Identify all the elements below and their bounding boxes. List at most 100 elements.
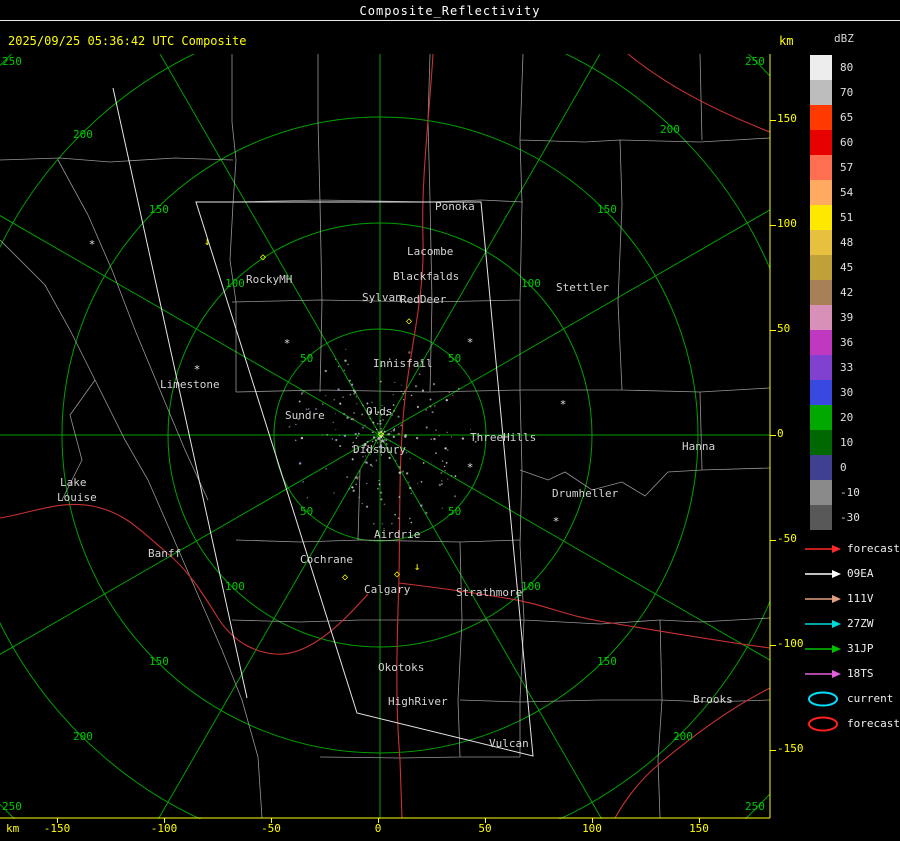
- city-label: Louise: [57, 491, 97, 504]
- colorbar-value: 60: [840, 136, 854, 149]
- echo-dot: [380, 498, 383, 501]
- echo-dot: [366, 482, 368, 484]
- echo-dot: [390, 430, 392, 433]
- right-axis-tick-label: 150: [777, 112, 797, 125]
- echo-dot: [388, 456, 391, 460]
- echo-dot: [352, 489, 355, 492]
- echo-dot: [371, 431, 374, 433]
- echo-dot: [381, 523, 384, 525]
- highways: [0, 54, 770, 819]
- echo-dot: [441, 460, 444, 462]
- colorbar-swatch: [810, 155, 832, 180]
- echo-dot: [403, 399, 405, 401]
- boundary-lines: [0, 54, 770, 819]
- echo-dot: [383, 503, 386, 506]
- colorbar-value: 36: [840, 336, 854, 349]
- echo-dot: [364, 424, 366, 427]
- site-diamond-marker: ◇: [393, 568, 401, 580]
- echo-dot: [458, 388, 460, 390]
- range-ring-label: 100: [225, 580, 245, 593]
- right-axis-tick-label: -50: [777, 532, 797, 545]
- axis-frame: [0, 54, 771, 819]
- echo-dot: [358, 476, 360, 478]
- echo-dot: [429, 398, 432, 401]
- echo-dot: [448, 391, 450, 394]
- colorbar-value: 65: [840, 111, 854, 124]
- city-label: Stettler: [556, 281, 609, 294]
- echo-dot: [418, 373, 421, 376]
- echo-dot: [351, 486, 354, 489]
- city-label: Hanna: [682, 440, 716, 453]
- legend-label: 31JP: [847, 642, 874, 655]
- city-label: Lacombe: [407, 245, 454, 258]
- colorbar-panel: dBZ 80 70 65 60 57 54 51 48 45 42 39 36 33 30 20 10 0 -10…: [800, 32, 900, 736]
- city-label: Ponoka: [435, 200, 475, 213]
- echo-dot: [374, 439, 377, 442]
- echo-dot: [453, 495, 457, 498]
- echo-dot: [425, 511, 428, 515]
- bottom-axis-tick-label: 50: [478, 822, 492, 835]
- colorbar-value: 42: [840, 286, 854, 299]
- colorbar-row: 0: [810, 455, 900, 480]
- range-ring-label: 200: [73, 730, 93, 743]
- echo-dot: [435, 429, 437, 431]
- city-label: Limestone: [160, 378, 220, 391]
- colorbar-swatch: [810, 130, 832, 155]
- colorbar-row: 33: [810, 355, 900, 380]
- colorbar-value: 20: [840, 411, 854, 424]
- bottom-axis-tick-label: -50: [261, 822, 281, 835]
- echo-dot: [420, 480, 423, 483]
- colorbar-value: 45: [840, 261, 854, 274]
- echo-dot: [379, 380, 382, 383]
- bottom-axis-tick: [271, 818, 272, 823]
- echo-dot: [438, 483, 442, 487]
- colorbar-value: -10: [840, 486, 860, 499]
- echo-dot: [398, 426, 400, 428]
- echo-dot: [444, 469, 446, 472]
- colorbar-row: 10: [810, 430, 900, 455]
- echo-dot: [461, 437, 465, 440]
- city-label: Calgary: [364, 583, 411, 596]
- site-diamond-marker: ◇: [377, 428, 385, 440]
- echo-dot: [432, 382, 436, 386]
- echo-dot: [372, 421, 375, 424]
- bottom-axis-tick-label: 100: [582, 822, 602, 835]
- echo-dot: [392, 435, 395, 438]
- city-label: Brooks: [693, 693, 733, 706]
- echo-dot: [447, 478, 449, 480]
- colorbar-swatch: [810, 380, 832, 405]
- echo-dot: [389, 440, 392, 442]
- echo-dot: [408, 351, 411, 354]
- echo-dot: [425, 409, 428, 411]
- county-boundaries: [0, 54, 770, 819]
- echo-dot: [398, 471, 402, 474]
- legend-label: 27ZW: [847, 617, 874, 630]
- echo-dot: [342, 396, 344, 399]
- echo-dot: [361, 503, 363, 505]
- echo-dot: [333, 399, 335, 401]
- radar-map-canvas: [0, 54, 771, 819]
- colorbar-row: 45: [810, 255, 900, 280]
- right-axis-tick: [770, 330, 776, 331]
- echo-dot: [409, 458, 411, 460]
- right-axis-tick: [770, 225, 776, 226]
- bottom-axis-tick: [164, 818, 165, 823]
- echo-dot: [393, 428, 396, 430]
- echo-dot: [430, 438, 432, 440]
- colorbar-value: 51: [840, 211, 854, 224]
- echo-dot: [376, 422, 379, 425]
- azimuth-spokes: [0, 54, 770, 819]
- city-label: Airdrie: [374, 528, 421, 541]
- colorbar-row: 20: [810, 405, 900, 430]
- legend-arrow-icon: [805, 669, 841, 678]
- range-ring-label: 50: [300, 505, 314, 518]
- station-asterisk-marker: *: [466, 335, 474, 349]
- echo-dot: [408, 517, 411, 520]
- legend-label: 09EA: [847, 567, 874, 580]
- station-asterisk-marker: *: [559, 397, 567, 411]
- legend-row: forecast: [804, 536, 900, 561]
- right-axis-tick: [770, 540, 776, 541]
- colorbar-row: 30: [810, 380, 900, 405]
- legend-row: current: [804, 686, 900, 711]
- echo-dot: [331, 438, 334, 440]
